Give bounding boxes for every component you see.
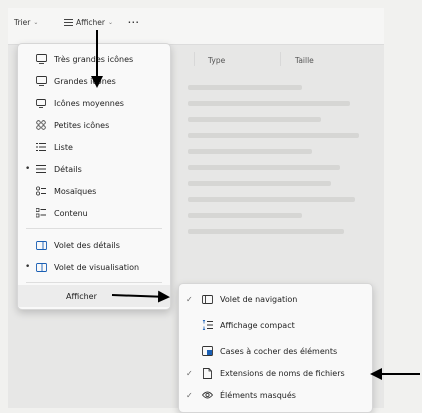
preview-pane-icon	[35, 261, 47, 273]
view-menu: Très grandes icônes Grandes icônes Icône…	[17, 43, 171, 310]
more-options-button[interactable]: ···	[128, 18, 140, 27]
menu-item-label: Mosaïques	[54, 186, 97, 196]
menu-item-details[interactable]: • Détails	[18, 158, 170, 180]
menu-item-label: Liste	[54, 142, 73, 152]
submenu-item-hidden-items[interactable]: ✓ Éléments masqués	[179, 384, 372, 406]
file-list-area	[188, 74, 378, 304]
menu-item-content[interactable]: Contenu	[18, 202, 170, 224]
menu-item-label: Petites icônes	[54, 120, 110, 130]
submenu-item-label: Affichage compact	[220, 320, 295, 330]
menu-item-label: Afficher	[66, 291, 97, 301]
menu-item-label: Détails	[54, 164, 82, 174]
navigation-pane-icon	[201, 293, 213, 305]
list-icon	[35, 141, 47, 153]
submenu-item-label: Extensions de noms de fichiers	[220, 368, 345, 378]
chevron-down-icon: ⌄	[33, 19, 39, 26]
menu-item-label: Volet de visualisation	[54, 262, 140, 272]
eye-icon	[201, 389, 213, 401]
submenu-item-label: Éléments masqués	[220, 390, 296, 400]
submenu-item-item-checkboxes[interactable]: Cases à cocher des éléments	[179, 340, 372, 362]
content-icon	[35, 207, 47, 219]
menu-item-extra-large-icons[interactable]: Très grandes icônes	[18, 48, 170, 70]
menu-item-preview-pane[interactable]: • Volet de visualisation	[18, 256, 170, 278]
checkmark-icon: ✓	[186, 294, 193, 304]
view-label: Afficher	[76, 18, 105, 27]
menu-item-small-icons[interactable]: Petites icônes	[18, 114, 170, 136]
submenu-item-label: Cases à cocher des éléments	[220, 346, 338, 356]
compact-view-icon	[201, 319, 213, 331]
monitor-icon	[35, 53, 47, 65]
menu-separator	[26, 228, 162, 229]
menu-item-label: Volet des détails	[54, 240, 120, 250]
menu-item-details-pane[interactable]: Volet des détails	[18, 234, 170, 256]
column-separator[interactable]	[280, 52, 281, 66]
menu-item-label: Icônes moyennes	[54, 98, 124, 108]
submenu-item-navigation-pane[interactable]: ✓ Volet de navigation	[179, 288, 372, 310]
menu-item-medium-icons[interactable]: Icônes moyennes	[18, 92, 170, 114]
submenu-item-file-extensions[interactable]: ✓ Extensions de noms de fichiers	[179, 362, 372, 384]
view-button[interactable]: Afficher ⌄	[64, 18, 113, 27]
monitor-icon	[35, 75, 47, 87]
menu-item-label: Contenu	[54, 208, 88, 218]
show-submenu: ✓ Volet de navigation Affichage compact …	[178, 283, 373, 413]
selected-bullet-icon: •	[25, 164, 31, 174]
small-icons-icon	[35, 119, 47, 131]
column-separator[interactable]	[194, 52, 195, 66]
submenu-item-label: Volet de navigation	[220, 294, 298, 304]
details-icon	[35, 163, 47, 175]
file-extension-icon	[201, 367, 213, 379]
menu-item-large-icons[interactable]: Grandes icônes	[18, 70, 170, 92]
chevron-down-icon: ⌄	[107, 19, 113, 26]
menu-item-tiles[interactable]: Mosaïques	[18, 180, 170, 202]
sort-button[interactable]: Trier ⌄	[14, 18, 38, 27]
checkmark-icon: ✓	[186, 390, 193, 400]
column-header-type[interactable]: Type	[208, 56, 225, 65]
checkmark-icon: ✓	[186, 368, 193, 378]
menu-separator	[26, 282, 162, 283]
monitor-icon	[35, 97, 47, 109]
menu-item-label: Grandes icônes	[54, 76, 116, 86]
selected-bullet-icon: •	[25, 262, 31, 272]
menu-item-label: Très grandes icônes	[54, 54, 134, 64]
checkbox-icon	[201, 345, 213, 357]
column-header-size[interactable]: Taille	[295, 56, 314, 65]
sort-label: Trier	[14, 18, 31, 27]
hamburger-icon	[64, 19, 73, 26]
menu-item-show[interactable]: Afficher	[18, 285, 170, 307]
submenu-item-compact-view[interactable]: Affichage compact	[179, 314, 372, 336]
tiles-icon	[35, 185, 47, 197]
details-pane-icon	[35, 239, 47, 251]
command-bar: Trier ⌄ Afficher ⌄ ···	[8, 8, 384, 45]
menu-item-list[interactable]: Liste	[18, 136, 170, 158]
